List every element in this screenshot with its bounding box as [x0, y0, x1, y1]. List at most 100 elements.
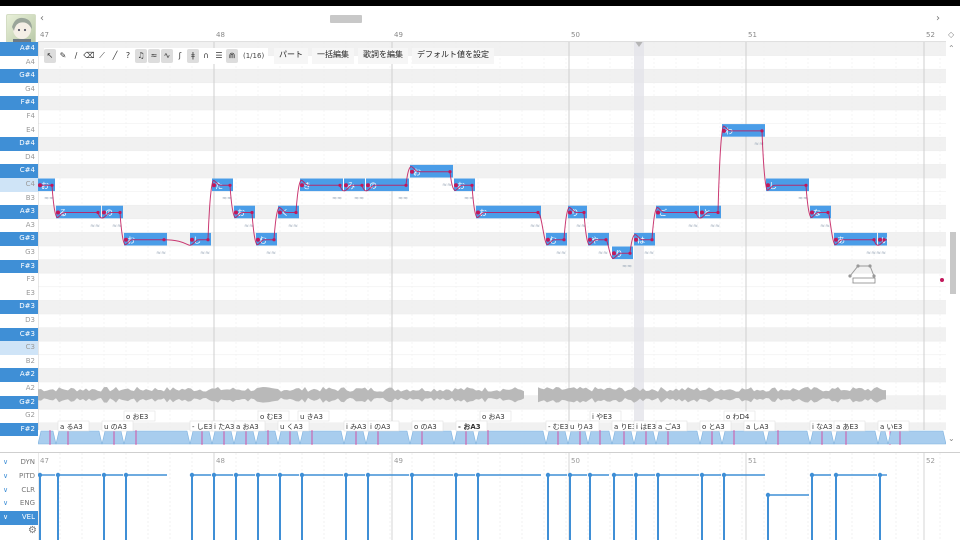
vibrato-marker-icon[interactable]: ≈≈: [644, 250, 654, 257]
pitch-point[interactable]: [604, 238, 608, 242]
chevron-down-icon[interactable]: ⌄: [948, 434, 955, 443]
snap-division-label[interactable]: (1/16): [239, 49, 268, 63]
eraser-tool-icon[interactable]: ⌫: [83, 49, 95, 63]
phoneme-envelope[interactable]: [475, 430, 547, 445]
note[interactable]: あ≈≈: [834, 232, 877, 257]
vibrato-length-handle[interactable]: [852, 277, 876, 284]
pitch-point[interactable]: [882, 238, 886, 242]
velocity-handle[interactable]: [365, 472, 371, 478]
vibrato-marker-icon[interactable]: ≈≈: [876, 250, 886, 257]
piano-key[interactable]: A2: [0, 382, 38, 396]
phoneme-envelope[interactable]: [611, 430, 635, 445]
pitch-point[interactable]: [810, 210, 814, 215]
phoneme-envelope[interactable]: [299, 430, 345, 445]
brush-tool-icon[interactable]: ╱: [109, 49, 121, 63]
pitch-point[interactable]: [722, 128, 726, 133]
pitch-point[interactable]: [694, 210, 698, 215]
velocity-handle[interactable]: [633, 472, 639, 478]
pitch-point[interactable]: [294, 210, 298, 215]
velocity-handle[interactable]: [587, 472, 593, 478]
velocity-handle[interactable]: [299, 472, 305, 478]
piano-roll[interactable]: お ≈≈ る ≈≈ の ≈≈ お ≈≈ し ≈≈ た ≈≈ お ≈≈ む ≈≈ く ≈≈ き ≈≈ み ≈≈ の ≈≈ お ≈≈ お…: [38, 42, 946, 446]
phoneme-envelope[interactable]: [887, 430, 946, 445]
expression-tab-pitd[interactable]: ∨ PITD: [0, 470, 38, 484]
piano-key[interactable]: G3: [0, 246, 38, 260]
vibrato-icon[interactable]: ≈: [148, 49, 160, 63]
phoneme-label[interactable]: i のA3: [367, 420, 400, 432]
piano-key[interactable]: G2: [0, 409, 38, 423]
velocity-handle[interactable]: [409, 472, 415, 478]
velocity-handle[interactable]: [211, 472, 217, 478]
envelope-icon[interactable]: ∩: [200, 49, 212, 63]
pitch-point[interactable]: [366, 183, 370, 188]
phoneme-label[interactable]: o おE3: [123, 410, 156, 422]
piano-key[interactable]: F#3: [0, 259, 38, 274]
pitch-point[interactable]: [650, 238, 654, 242]
piano-key[interactable]: C#3: [0, 327, 38, 342]
piano-key[interactable]: D#4: [0, 137, 38, 151]
vibrato-marker-icon[interactable]: ≈≈: [156, 250, 166, 257]
vibrato-marker-icon[interactable]: ≈≈: [90, 222, 100, 229]
note[interactable]: お≈≈: [476, 205, 541, 230]
vibrato-marker-icon[interactable]: ≈≈: [332, 195, 342, 202]
phoneme-label[interactable]: o むE3: [257, 410, 290, 422]
phoneme-label[interactable]: u のA3: [101, 420, 134, 432]
select-tool-icon[interactable]: ↖: [44, 49, 56, 63]
pitch-point[interactable]: [38, 183, 42, 188]
pitch-point[interactable]: [940, 278, 944, 282]
note[interactable]: な≈≈: [810, 205, 831, 230]
piano-key[interactable]: B3: [0, 192, 38, 206]
piano-key[interactable]: G#3: [0, 232, 38, 246]
pitch-point[interactable]: [476, 210, 480, 215]
note[interactable]: お≈≈: [410, 164, 453, 189]
velocity-handle[interactable]: [233, 472, 239, 478]
velocity-handle[interactable]: [809, 472, 815, 478]
snap-icon[interactable]: ⋒: [226, 49, 238, 63]
vibrato-marker-icon[interactable]: ≈≈: [354, 195, 364, 202]
phoneme-label[interactable]: a ごA3: [655, 420, 688, 432]
velocity-handle[interactable]: [101, 472, 107, 478]
pitch-point[interactable]: [826, 210, 830, 215]
draw-line-tool-icon[interactable]: ∕: [70, 49, 82, 63]
piano-key[interactable]: A#2: [0, 368, 38, 382]
vibrato-marker-icon[interactable]: ≈≈: [398, 195, 408, 202]
pitch-point[interactable]: [568, 210, 572, 215]
velocity-lane-canvas[interactable]: 47 48 49 50 51 52: [38, 453, 946, 540]
velocity-handle[interactable]: [721, 472, 727, 478]
scroll-left-icon[interactable]: ‹: [40, 12, 44, 26]
pitch-point[interactable]: [360, 183, 364, 187]
vibrato-point[interactable]: [872, 274, 876, 278]
pitch-point[interactable]: [470, 183, 474, 187]
pitch-point[interactable]: [124, 237, 128, 242]
mixer-icon[interactable]: ☰: [213, 49, 225, 63]
phoneme-envelope[interactable]: [101, 430, 125, 445]
pitch-point[interactable]: [766, 183, 770, 188]
phoneme-envelope[interactable]: [123, 430, 191, 445]
phoneme-label[interactable]: a るA3: [57, 420, 90, 432]
velocity-lane[interactable]: 47 48 49 50 51 52: [38, 453, 946, 540]
pitch-point[interactable]: [834, 237, 838, 242]
velocity-handle[interactable]: [765, 492, 771, 498]
pitch-point[interactable]: [448, 170, 452, 174]
phoneme-envelope[interactable]: [38, 430, 57, 445]
singer-avatar[interactable]: [6, 14, 36, 44]
piano-key[interactable]: C3: [0, 341, 38, 355]
velocity-handle[interactable]: [453, 472, 459, 478]
pitch-point[interactable]: [300, 183, 304, 188]
phoneme-label[interactable]: - おA3: [455, 420, 488, 432]
note[interactable]: み≈≈: [344, 178, 365, 203]
piano-roll-canvas[interactable]: お≈≈る≈≈の≈≈お≈≈し≈≈た≈≈お≈≈む≈≈く≈≈き≈≈み≈≈の≈≈お≈≈ お…: [38, 42, 946, 446]
velocity-handle[interactable]: [833, 472, 839, 478]
knife-tool-icon[interactable]: ⟋: [96, 49, 108, 63]
phoneme-envelope[interactable]: [211, 430, 235, 445]
pitch-point[interactable]: [878, 237, 882, 242]
note[interactable]: る≈≈: [56, 205, 101, 230]
phoneme-envelope[interactable]: [545, 430, 569, 445]
phoneme-envelope[interactable]: [765, 430, 811, 445]
pitch-point[interactable]: [162, 238, 166, 242]
pencil-tool-icon[interactable]: ✎: [57, 49, 69, 63]
pitch-point[interactable]: [872, 238, 876, 242]
pitch-point[interactable]: [546, 237, 550, 242]
vibrato-point[interactable]: [848, 274, 852, 278]
piano-key[interactable]: C4: [0, 178, 38, 192]
